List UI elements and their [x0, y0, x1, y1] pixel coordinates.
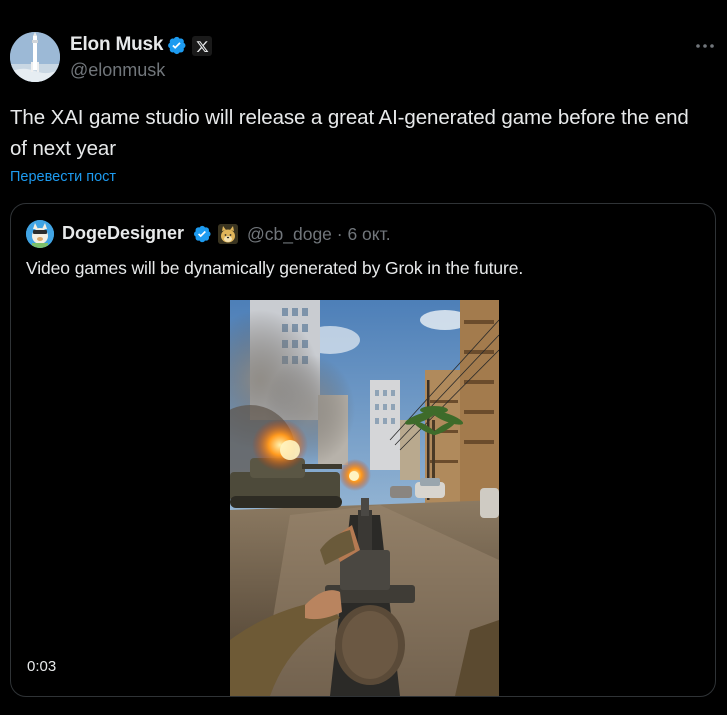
author-avatar[interactable] [10, 32, 60, 82]
quote-handle-date[interactable]: @cb_doge · 6 окт. [247, 224, 391, 245]
quote-author-avatar[interactable] [26, 220, 54, 248]
quote-author-name[interactable]: DogeDesigner [62, 223, 184, 244]
translate-post-link[interactable]: Перевести пост [10, 169, 116, 185]
video-duration: 0:03 [27, 658, 57, 675]
post-text: The XAI game studio will release a great… [10, 106, 689, 160]
more-dots-icon[interactable] [690, 36, 720, 56]
quoted-post[interactable]: DogeDesigner @cb_doge · 6 окт. Video gam… [10, 203, 716, 697]
video-thumbnail[interactable] [230, 300, 499, 696]
author-name[interactable]: Elon Musk [70, 34, 163, 56]
verified-badge-icon[interactable] [192, 224, 212, 244]
doge-icon[interactable] [218, 224, 238, 244]
author-handle[interactable]: @elonmusk [70, 60, 165, 81]
verified-badge-icon[interactable] [166, 35, 187, 56]
quote-text: Video games will be dynamically generate… [26, 258, 524, 278]
x-logo-icon[interactable] [192, 36, 212, 56]
